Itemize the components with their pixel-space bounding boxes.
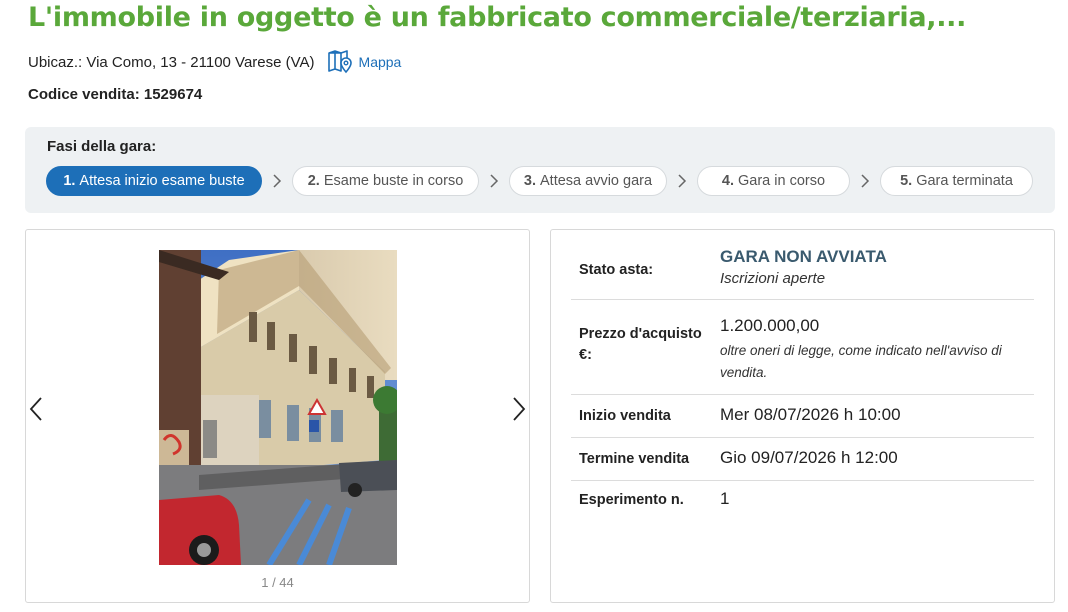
phase-step-number: 3. [523, 173, 537, 189]
phase-step-2: 2. Esame buste in corso [292, 166, 479, 196]
auction-details: Stato asta: GARA NON AVVIATA Iscrizioni … [550, 229, 1055, 603]
phase-step-1: 1. Attesa inizio esame buste [46, 166, 262, 196]
phase-step-5: 5. Gara terminata [880, 166, 1033, 196]
location-text: Ubicaz.: Via Como, 13 - 21100 Varese (VA… [28, 53, 315, 71]
chevron-right-icon [479, 174, 509, 188]
detail-value: Mer 08/07/2026 h 10:00 [720, 405, 901, 424]
detail-row-termine: Termine vendita Gio 09/07/2026 h 12:00 [571, 438, 1034, 481]
price-note: oltre oneri di legge, come indicato nell… [720, 343, 1002, 380]
phase-step-label: Attesa avvio gara [540, 173, 653, 189]
phase-step-number: 4. [721, 173, 735, 189]
listing-title: L'immobile in oggetto è un fabbricato co… [28, 2, 967, 33]
photo-counter: 1 / 44 [261, 575, 294, 590]
phase-step-number: 1. [63, 173, 76, 189]
detail-row-inizio: Inizio vendita Mer 08/07/2026 h 10:00 [571, 395, 1034, 438]
sale-code: Codice vendita: 1529674 [28, 86, 203, 103]
chevron-right-icon [667, 174, 697, 188]
phase-step-label: Esame buste in corso [323, 173, 464, 189]
location-line: Ubicaz.: Via Como, 13 - 21100 Varese (VA… [28, 50, 401, 74]
detail-row-stato: Stato asta: GARA NON AVVIATA Iscrizioni … [571, 230, 1034, 300]
detail-label: Inizio vendita [579, 408, 671, 424]
map-link-label: Mappa [358, 54, 402, 70]
detail-value: 1 [720, 489, 730, 508]
map-link[interactable]: Mappa [327, 50, 402, 74]
detail-value: 1.200.000,00 oltre oneri di legge, come … [720, 316, 1030, 384]
chevron-left-icon[interactable] [28, 396, 44, 427]
detail-row-esperimento: Esperimento n. 1 [571, 481, 1034, 521]
phase-step-number: 5. [900, 173, 913, 189]
detail-row-prezzo: Prezzo d'acquisto €: 1.200.000,00 oltre … [571, 300, 1034, 395]
phases-panel: Fasi della gara: 1. Attesa inizio esame … [25, 127, 1055, 213]
chevron-right-icon[interactable] [511, 396, 527, 427]
phase-step-label: Gara in corso [738, 173, 826, 189]
price-value: 1.200.000,00 [720, 316, 820, 335]
detail-label: Prezzo d'acquisto €: [579, 326, 702, 363]
detail-label: Stato asta: [579, 262, 654, 278]
status-badge: GARA NON AVVIATA [720, 247, 887, 266]
map-pin-icon [327, 50, 352, 74]
phase-step-4: 4. Gara in corso [697, 166, 850, 196]
property-photo[interactable] [159, 250, 397, 565]
phases-label: Fasi della gara: [47, 138, 157, 155]
chevron-right-icon [262, 174, 292, 188]
status-subtext: Iscrizioni aperte [720, 270, 826, 287]
chevron-right-icon [850, 174, 880, 188]
phase-step-label: Gara terminata [916, 173, 1013, 189]
photo-gallery: 1 / 44 [25, 229, 530, 603]
phase-step-number: 2. [307, 173, 320, 189]
phase-step-3: 3. Attesa avvio gara [509, 166, 667, 196]
phases-stepper: 1. Attesa inizio esame buste 2. Esame bu… [46, 166, 1033, 196]
phase-step-label: Attesa inizio esame buste [79, 173, 245, 189]
detail-value: GARA NON AVVIATA Iscrizioni aperte [720, 247, 1030, 287]
detail-label: Termine vendita [579, 451, 690, 467]
detail-label: Esperimento n. [579, 492, 684, 508]
detail-value: Gio 09/07/2026 h 12:00 [720, 448, 898, 467]
